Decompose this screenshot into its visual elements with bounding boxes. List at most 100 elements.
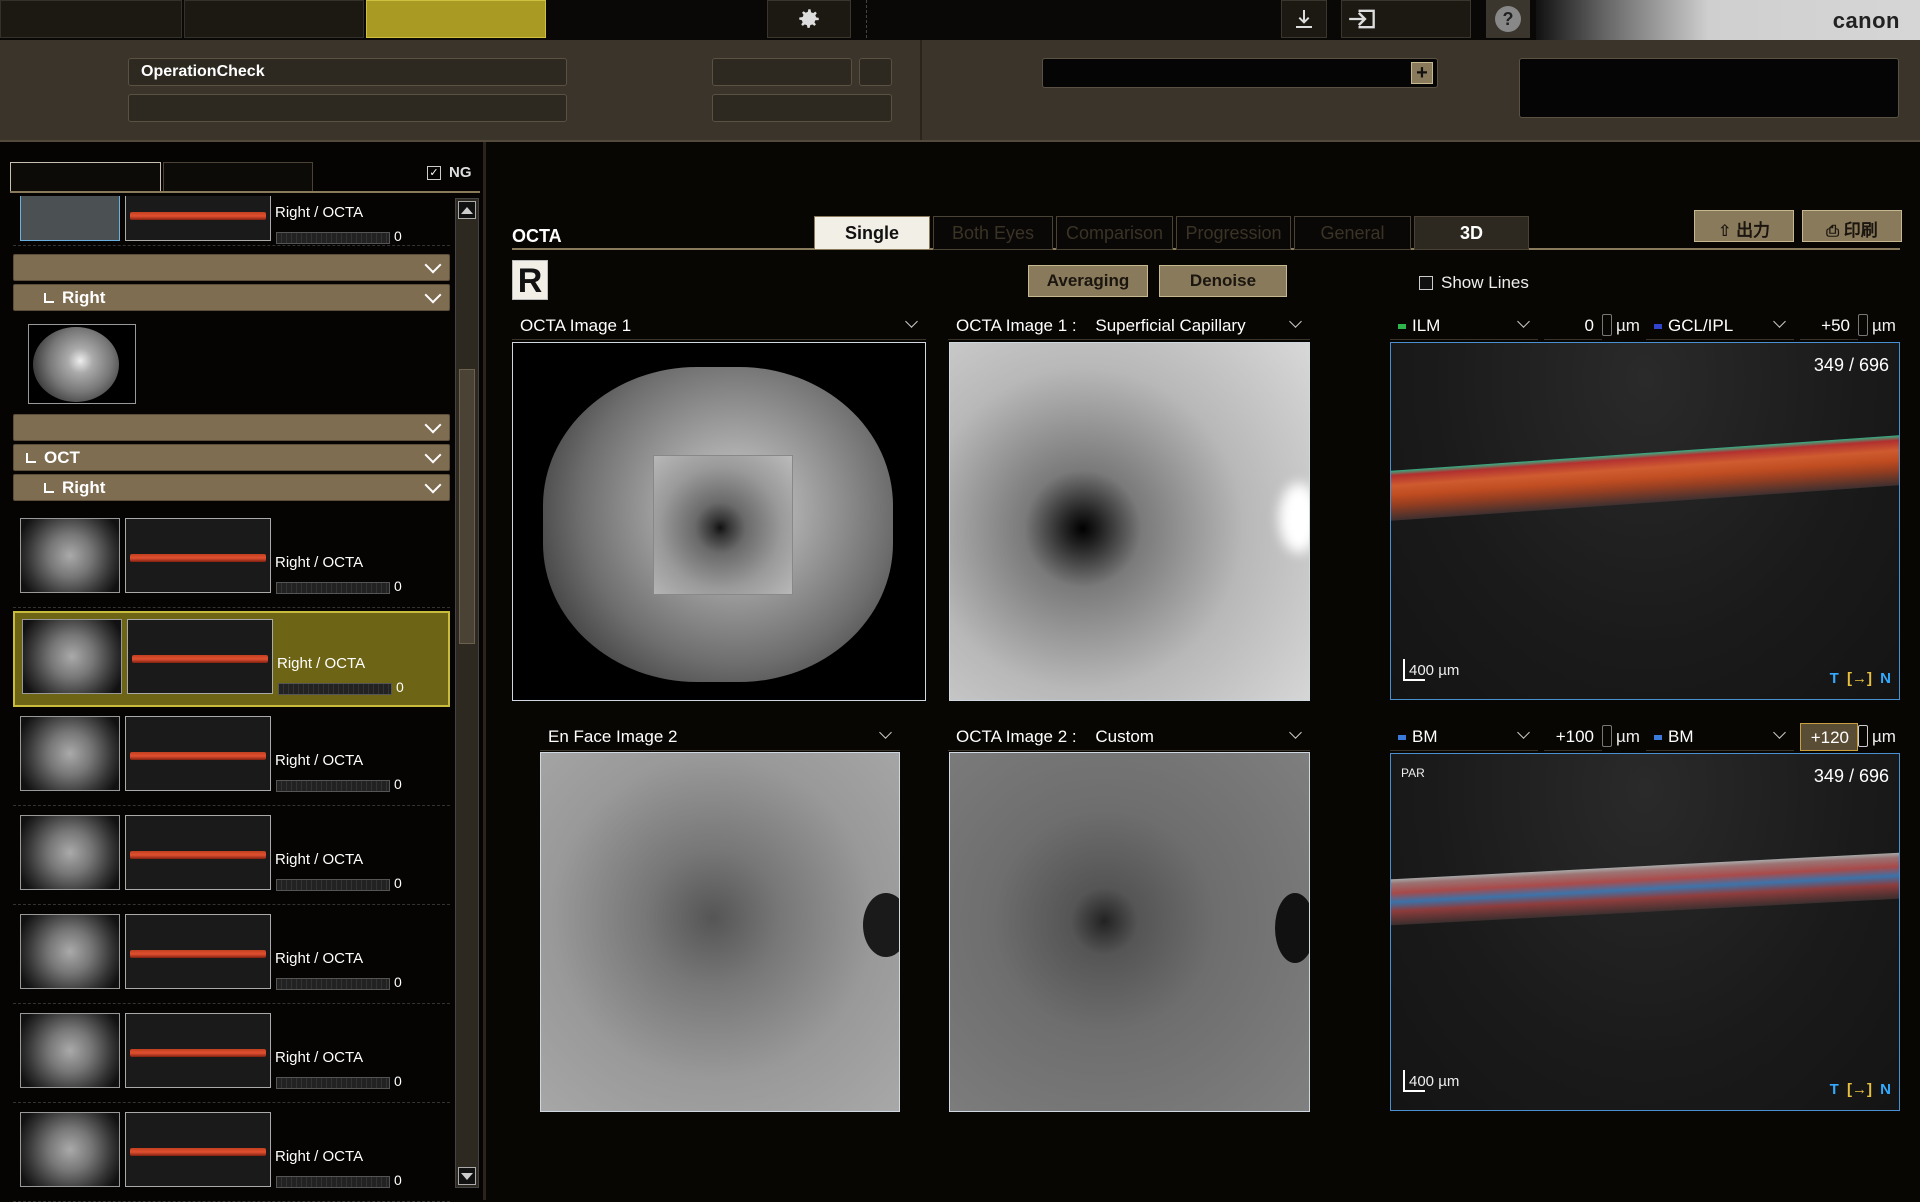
tab-0[interactable]: Single (814, 216, 930, 250)
help-button[interactable]: ? (1486, 0, 1530, 38)
patient-name-field[interactable]: OperationCheck (128, 58, 567, 86)
layer1-select[interactable]: ILM (1390, 312, 1538, 340)
fundus-photo-thumbnail[interactable] (28, 324, 136, 404)
list-item[interactable]: Right / OCTA 0 (13, 196, 450, 246)
unit-label: µm (1872, 727, 1896, 746)
modality-dropdown-oct[interactable]: OCT (13, 444, 450, 471)
patient-info-field[interactable] (128, 94, 567, 122)
memo-box[interactable] (1519, 58, 1899, 118)
tab-4[interactable]: General (1294, 216, 1411, 250)
item-label: Right / OCTA (275, 1148, 364, 1165)
top-tab-1[interactable] (0, 0, 182, 38)
offset2-input[interactable]: +120 (1800, 723, 1858, 751)
plus-icon: + (1416, 62, 1428, 84)
slice-counter: 349 / 696 (1813, 355, 1889, 375)
patient-dob-field[interactable] (712, 94, 892, 122)
list-item[interactable]: Right / OCTA 0 (13, 611, 450, 707)
layer2-select[interactable]: BM (1646, 723, 1794, 751)
direction-indicator: T [→] N (1830, 670, 1891, 687)
download-button[interactable] (1281, 0, 1327, 38)
login-button[interactable] (1341, 0, 1471, 38)
panel-selector-enface2[interactable]: En Face Image 2 (540, 723, 900, 751)
show-lines-toggle[interactable]: Show Lines (1419, 273, 1529, 293)
panel-selector-octa2-layer[interactable]: OCTA Image 2 : Custom (948, 723, 1310, 751)
quality-bar (278, 683, 392, 695)
sidebar-scrollbar[interactable] (455, 198, 479, 1188)
averaging-button[interactable]: Averaging (1028, 265, 1148, 297)
bscan-thumbnail (125, 1013, 271, 1088)
tab-2[interactable]: Comparison (1056, 216, 1173, 250)
offset2-input[interactable]: +50 (1800, 312, 1858, 340)
tree-branch-icon (44, 483, 54, 493)
patient-extra-field[interactable] (859, 58, 892, 86)
layer1-select[interactable]: BM (1390, 723, 1538, 751)
list-item[interactable]: Right / OCTA 0 (13, 512, 450, 608)
item-label: Right / OCTA (277, 655, 366, 672)
octa-image-custom[interactable] (949, 752, 1310, 1112)
group-dropdown[interactable] (13, 254, 450, 281)
tab-3[interactable]: Progression (1176, 216, 1291, 250)
octa-image-1[interactable] (512, 342, 926, 701)
item-label: Right / OCTA (275, 752, 364, 769)
list-item[interactable]: Right / OCTA 0 (13, 809, 450, 905)
list-item[interactable]: Right / OCTA 0 (13, 1007, 450, 1103)
settings-button[interactable] (767, 0, 851, 38)
top-tab-active[interactable] (366, 0, 546, 38)
chevron-down-icon (424, 256, 442, 274)
eye-dropdown-right[interactable]: Right (13, 474, 450, 501)
bscan-thumbnail (125, 815, 271, 890)
item-label: Right / OCTA (275, 554, 364, 571)
fundus-thumbnail (20, 1112, 120, 1187)
layer-color-icon (1398, 735, 1406, 741)
layer2-label: BM (1668, 727, 1694, 746)
scroll-down-button[interactable] (458, 1167, 476, 1185)
stepper-icon[interactable] (1858, 725, 1868, 747)
tab-1[interactable]: Both Eyes (933, 216, 1053, 250)
item-count: 0 (396, 679, 404, 695)
chevron-down-icon (424, 286, 442, 304)
list-item[interactable]: Right / OCTA 0 (13, 1106, 450, 1202)
nasal-label: N (1880, 670, 1891, 687)
panel-label: OCTA Image 2 : (956, 727, 1077, 746)
divider (920, 40, 922, 140)
patient-id-field[interactable] (712, 58, 852, 86)
scroll-up-button[interactable] (458, 201, 476, 219)
item-count: 0 (394, 1073, 402, 1089)
eye-dropdown-right[interactable]: Right (13, 284, 450, 311)
list-item[interactable]: Right / OCTA 0 (13, 908, 450, 1004)
item-label: Right / OCTA (275, 950, 364, 967)
scroll-thumb[interactable] (459, 369, 475, 644)
panel-selector-octa1-layer[interactable]: OCTA Image 1 : Superficial Capillary (948, 312, 1310, 340)
denoise-button[interactable]: Denoise (1159, 265, 1287, 297)
bscan-bottom[interactable]: PAR 349 / 696 400 µm T [→] N (1390, 753, 1900, 1111)
fundus-thumbnail (20, 716, 120, 791)
enface-image-2[interactable] (540, 752, 900, 1112)
sidebar-tab-1[interactable] (10, 162, 161, 192)
layer2-select[interactable]: GCL/IPL (1646, 312, 1794, 340)
item-count: 0 (394, 875, 402, 891)
output-button[interactable]: ⇧ 出力 (1694, 210, 1794, 242)
top-tab-2[interactable] (184, 0, 364, 38)
add-button[interactable]: + (1411, 62, 1433, 84)
ng-filter[interactable]: ✓ NG (427, 164, 472, 181)
offset1-input[interactable]: 0 (1544, 312, 1602, 340)
stepper-icon[interactable] (1602, 725, 1612, 747)
panel-selector-octa1[interactable]: OCTA Image 1 (512, 312, 926, 340)
offset1-input[interactable]: +100 (1544, 723, 1602, 751)
stepper-icon[interactable] (1858, 314, 1868, 336)
tab-5[interactable]: 3D (1414, 216, 1529, 250)
eye-badge-right: R (512, 260, 548, 300)
comment-field[interactable]: + (1042, 58, 1438, 88)
list-item[interactable]: Right / OCTA 0 (13, 710, 450, 806)
optic-disc (1279, 483, 1309, 553)
print-button[interactable]: ⎙ 印刷 (1802, 210, 1902, 242)
octa-image-superficial[interactable] (949, 342, 1310, 701)
bscan-top[interactable]: 349 / 696 400 µm T [→] N (1390, 342, 1900, 700)
bscan-thumbnail (125, 1112, 271, 1187)
sidebar-tab-2[interactable] (163, 162, 313, 192)
stepper-icon[interactable] (1602, 314, 1612, 336)
group-dropdown[interactable] (13, 414, 450, 441)
fundus-circle (33, 327, 119, 402)
eye-label: Right (62, 478, 106, 497)
panel-title: OCTA Image 1 (520, 316, 632, 335)
